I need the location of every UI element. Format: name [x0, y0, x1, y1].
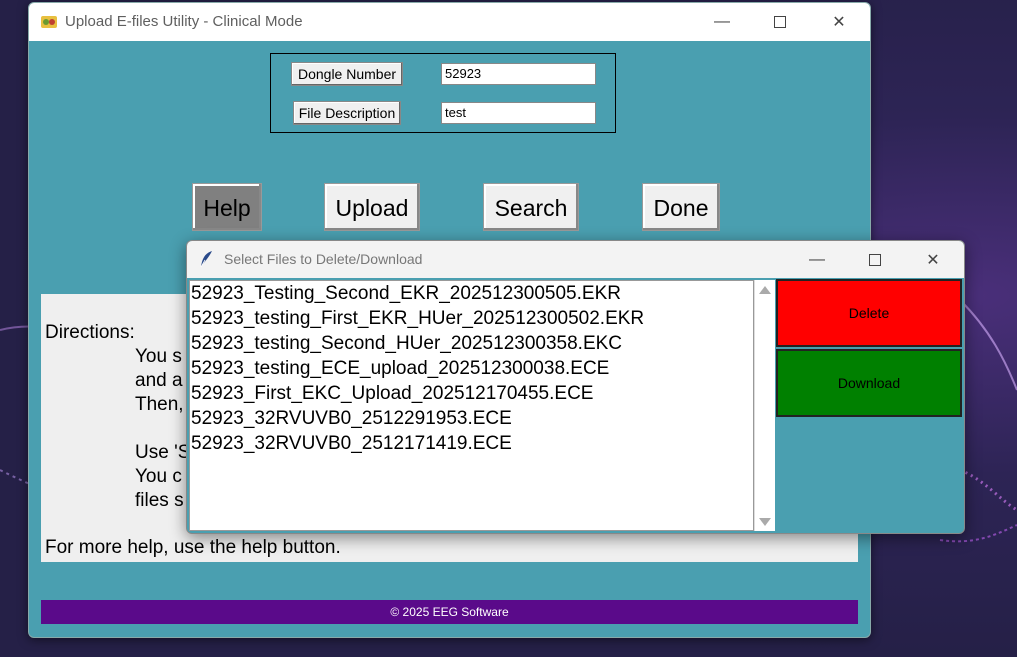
dialog-minimize-button[interactable]: — — [788, 241, 846, 278]
dialog-close-button[interactable]: ✕ — [904, 241, 962, 278]
upload-button[interactable]: Upload — [324, 183, 420, 231]
main-window-title: Upload E-files Utility - Clinical Mode — [65, 13, 303, 30]
main-maximize-button[interactable] — [751, 3, 809, 41]
copyright-footer: © 2025 EEG Software — [41, 600, 858, 624]
maximize-icon — [869, 253, 881, 266]
close-icon: ✕ — [926, 251, 940, 269]
file-info-form: Dongle Number File Description — [270, 53, 616, 133]
help-button[interactable]: Help — [192, 183, 262, 231]
file-list-scrollbar[interactable] — [754, 280, 775, 531]
list-item[interactable]: 52923_testing_First_EKR_HUer_20251230050… — [190, 306, 753, 331]
close-icon: ✕ — [832, 14, 846, 31]
list-item[interactable]: 52923_testing_ECE_upload_202512300038.EC… — [190, 356, 753, 381]
dialog-titlebar[interactable]: Select Files to Delete/Download — ✕ — [187, 241, 964, 278]
dialog-title: Select Files to Delete/Download — [224, 251, 423, 267]
feather-icon — [199, 250, 215, 268]
minimize-icon: — — [714, 13, 730, 30]
file-description-label: File Description — [293, 101, 401, 125]
directions-line: Use 'S — [135, 442, 191, 463]
list-item[interactable]: 52923_Testing_Second_EKR_202512300505.EK… — [190, 281, 753, 306]
main-titlebar[interactable]: Upload E-files Utility - Clinical Mode —… — [29, 3, 870, 41]
app-feather-icon — [40, 13, 58, 31]
directions-line: Then, — [135, 394, 184, 415]
file-listbox[interactable]: 52923_Testing_Second_EKR_202512300505.EK… — [189, 280, 754, 531]
list-item[interactable]: 52923_testing_Second_HUer_202512300358.E… — [190, 331, 753, 356]
directions-line: files s — [135, 490, 184, 511]
maximize-icon — [774, 16, 786, 28]
directions-help-line: For more help, use the help button. — [45, 537, 341, 558]
dongle-number-input[interactable] — [441, 63, 596, 85]
main-close-button[interactable]: ✕ — [810, 3, 868, 41]
dongle-number-label: Dongle Number — [291, 62, 403, 86]
directions-line: and a — [135, 370, 183, 391]
delete-button[interactable]: Delete — [776, 279, 962, 347]
minimize-icon: — — [809, 250, 825, 268]
done-button[interactable]: Done — [642, 183, 720, 231]
list-item[interactable]: 52923_First_EKC_Upload_202512170455.ECE — [190, 381, 753, 406]
file-description-input[interactable] — [441, 102, 596, 124]
scroll-up-arrow-icon[interactable] — [759, 286, 771, 294]
list-item[interactable]: 52923_32RVUVB0_2512291953.ECE — [190, 406, 753, 431]
directions-line: You c — [135, 466, 182, 487]
scroll-down-arrow-icon[interactable] — [759, 518, 771, 526]
download-button[interactable]: Download — [776, 349, 962, 417]
dialog-maximize-button[interactable] — [846, 241, 904, 278]
main-minimize-button[interactable]: — — [693, 3, 751, 41]
search-button[interactable]: Search — [483, 183, 579, 231]
directions-line: You s — [135, 346, 182, 367]
directions-heading: Directions: — [45, 322, 135, 343]
list-item[interactable]: 52923_32RVUVB0_2512171419.ECE — [190, 431, 753, 456]
select-files-dialog: Select Files to Delete/Download — ✕ 5292… — [186, 240, 965, 534]
